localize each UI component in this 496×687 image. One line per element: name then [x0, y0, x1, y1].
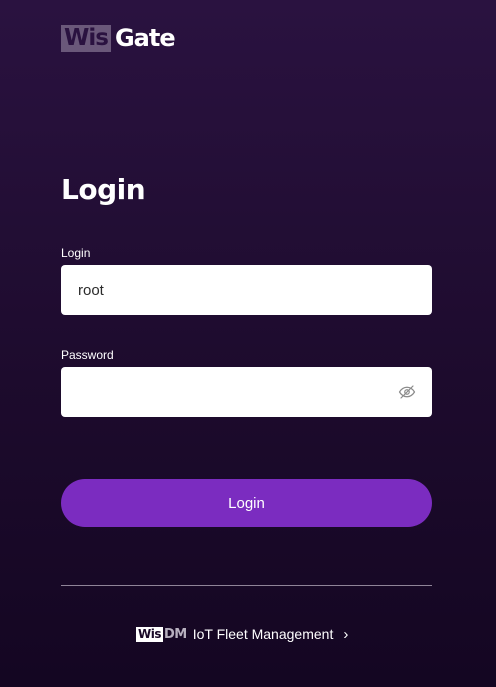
password-field-label: Password — [61, 348, 114, 362]
login-button[interactable]: Login — [61, 479, 432, 527]
password-field[interactable] — [61, 367, 432, 417]
login-field[interactable] — [61, 265, 432, 315]
page-title: Login — [61, 173, 146, 206]
iot-fleet-management-link[interactable]: Wis DM IoT Fleet Management › — [136, 624, 348, 644]
footer-link-label: IoT Fleet Management — [192, 626, 334, 642]
wisdm-logo-box: Wis — [136, 626, 163, 642]
wisdm-logo-text: DM — [164, 626, 187, 642]
logo-box-text: Wis — [61, 25, 111, 52]
eye-slash-icon[interactable] — [398, 383, 416, 401]
chevron-right-icon: › — [343, 625, 349, 643]
login-field-label: Login — [61, 246, 91, 260]
password-input[interactable] — [61, 367, 432, 417]
wisgate-logo: Wis Gate — [61, 24, 176, 52]
divider — [61, 585, 432, 586]
login-input[interactable] — [61, 265, 432, 315]
logo-text: Gate — [114, 24, 176, 52]
